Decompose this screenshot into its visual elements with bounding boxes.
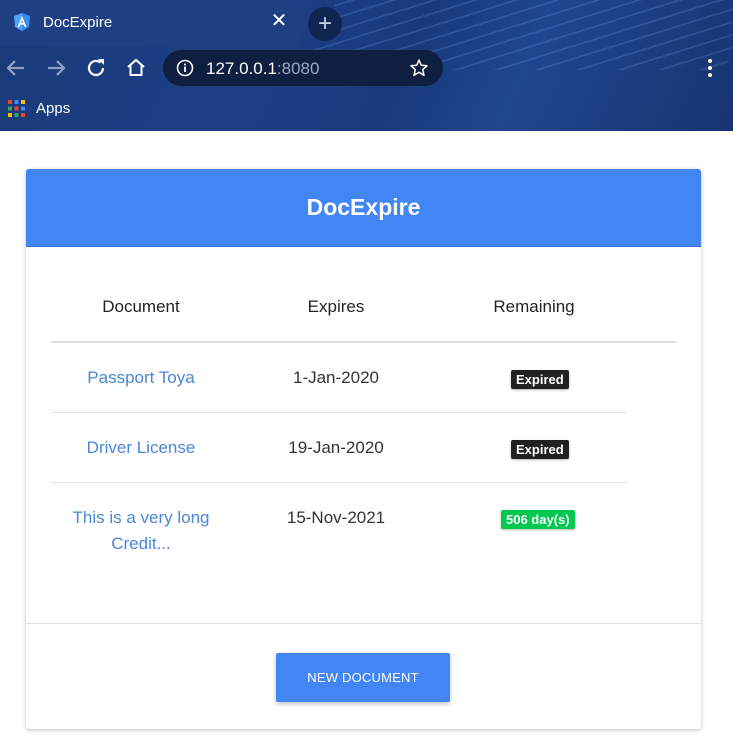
new-tab-button[interactable]: +: [308, 7, 342, 41]
browser-toolbar: 127.0.0.1:8080: [0, 46, 733, 90]
status-badge: Expired: [511, 440, 569, 459]
close-tab-icon[interactable]: ✕: [268, 10, 290, 32]
address-bar[interactable]: 127.0.0.1:8080: [163, 50, 443, 86]
document-link[interactable]: Driver License: [51, 435, 231, 461]
browser-chrome: DocExpire ✕ + 127.0.0.1:8080 Apps: [0, 0, 733, 131]
expires-date: 1-Jan-2020: [292, 368, 379, 387]
info-icon[interactable]: [176, 59, 194, 77]
document-link[interactable]: Passport Toya: [51, 365, 231, 391]
document-link[interactable]: This is a very long Credit...: [51, 505, 231, 557]
doc-card: DocExpire Document Expires Remaining Pas…: [26, 169, 701, 729]
browser-tab[interactable]: DocExpire ✕: [0, 0, 300, 46]
status-badge: 506 day(s): [501, 510, 575, 529]
url-text: 127.0.0.1:8080: [206, 59, 319, 79]
more-menu-icon[interactable]: [700, 56, 720, 80]
url-port: :8080: [276, 59, 320, 78]
footer-divider: [26, 623, 701, 624]
home-icon[interactable]: [124, 56, 148, 80]
new-document-button[interactable]: NEW DOCUMENT: [276, 653, 450, 702]
apps-grid-icon[interactable]: [8, 100, 25, 117]
url-host: 127.0.0.1: [206, 59, 277, 78]
apps-bookmark[interactable]: Apps: [36, 100, 70, 117]
angular-icon: [14, 13, 30, 31]
row-divider: [51, 482, 627, 483]
column-header-document: Document: [102, 297, 180, 316]
bookmarks-bar: Apps: [0, 90, 733, 131]
column-header-remaining: Remaining: [493, 297, 575, 316]
status-badge: Expired: [511, 370, 569, 389]
expires-date: 15-Nov-2021: [286, 508, 386, 527]
bookmark-star-icon[interactable]: [409, 58, 429, 78]
page-title: DocExpire: [306, 194, 421, 220]
back-icon[interactable]: [4, 56, 28, 80]
tab-title: DocExpire: [43, 14, 113, 31]
forward-icon[interactable]: [44, 56, 68, 80]
tab-strip: DocExpire ✕ +: [0, 0, 733, 46]
reload-icon[interactable]: [84, 56, 108, 80]
card-header: DocExpire: [26, 169, 701, 247]
row-divider: [51, 412, 627, 413]
header-divider: [51, 341, 676, 343]
expires-date: 19-Jan-2020: [288, 438, 384, 457]
column-header-expires: Expires: [307, 297, 365, 316]
